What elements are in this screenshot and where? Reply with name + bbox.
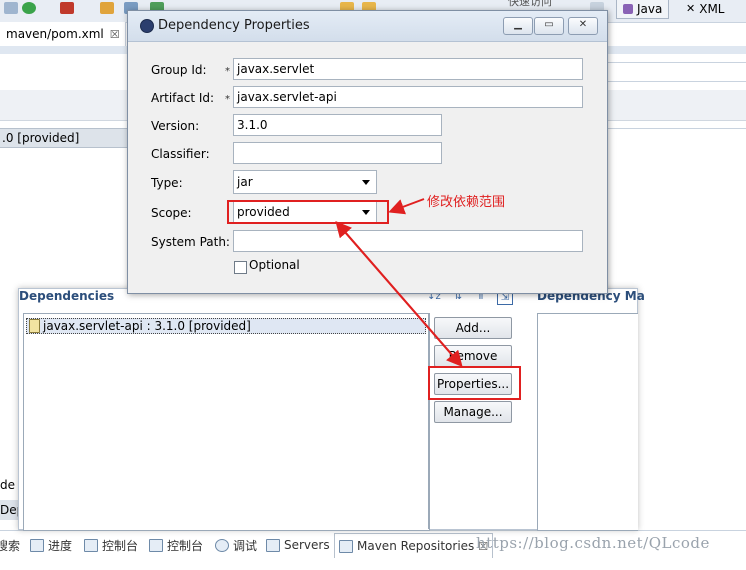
watermark: https://blog.csdn.net/QLcode <box>476 534 710 552</box>
annotation-text: 修改依赖范围 <box>427 195 506 210</box>
arrow-scope-to-properties <box>337 223 463 368</box>
arrow-to-scope <box>388 198 425 215</box>
annotation-arrows <box>335 198 463 368</box>
